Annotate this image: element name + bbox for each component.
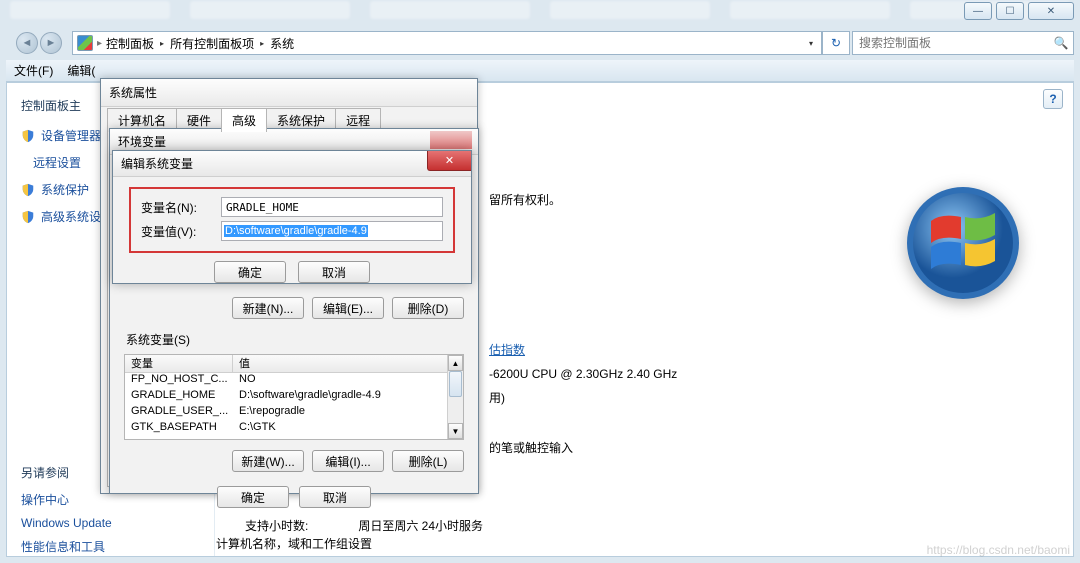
editdlg-cancel-button[interactable]: 取消 xyxy=(298,261,370,283)
shield-icon xyxy=(21,183,35,197)
var-name-label: 变量名(N): xyxy=(141,199,221,216)
support-hours: 支持小时数: 周日至周六 24小时服务 xyxy=(245,517,483,534)
background-blur xyxy=(0,0,1080,22)
scroll-down-button[interactable]: ▼ xyxy=(448,423,463,439)
nav-back-button[interactable]: ◄ xyxy=(16,32,38,54)
system-vars-table: 变量 值 FP_NO_HOST_C...NO GRADLE_HOMED:\sof… xyxy=(124,354,464,440)
search-icon[interactable]: 🔍 xyxy=(1049,36,1073,50)
table-row[interactable]: GRADLE_USER_...E:\repogradle xyxy=(125,405,447,421)
breadcrumb-item-3[interactable]: 系统 xyxy=(270,35,294,52)
var-value-label: 变量值(V): xyxy=(141,223,221,240)
sidebar-item-label: 高级系统设 xyxy=(41,208,101,225)
envdlg-close-button[interactable] xyxy=(430,131,472,149)
close-button[interactable]: ✕ xyxy=(1028,2,1074,20)
user-edit-button[interactable]: 编辑(E)... xyxy=(312,297,384,319)
var-name-input[interactable] xyxy=(221,197,443,217)
edit-system-variable-dialog: 编辑系统变量 ✕ 变量名(N): 变量值(V): D:\software\gra… xyxy=(112,150,472,284)
scroll-thumb[interactable] xyxy=(449,371,462,397)
breadcrumb-dropdown[interactable]: ▾ xyxy=(805,39,817,48)
search-input[interactable] xyxy=(853,36,1049,50)
table-row[interactable]: FP_NO_HOST_C...NO xyxy=(125,373,447,389)
pen-touch-fragment: 的笔或触控输入 xyxy=(489,439,573,456)
sysvar-col-name[interactable]: 变量 xyxy=(125,355,233,372)
editdlg-buttons: 确定 取消 xyxy=(129,261,455,283)
computer-name-section-label: 计算机名称，域和工作组设置 xyxy=(216,535,372,552)
support-label: 支持小时数: xyxy=(245,517,308,534)
table-row[interactable]: GTK_BASEPATHC:\GTK xyxy=(125,421,447,437)
user-delete-button[interactable]: 删除(D) xyxy=(392,297,464,319)
breadcrumb-arrow-1[interactable]: ▸ xyxy=(158,39,166,48)
sidebar-item-label: 系统保护 xyxy=(41,181,89,198)
breadcrumb-arrow-2[interactable]: ▸ xyxy=(258,39,266,48)
sidebar-item-label: 设备管理器 xyxy=(41,127,101,144)
search-box: 🔍 xyxy=(852,31,1074,55)
user-var-buttons: 新建(N)... 编辑(E)... 删除(D) xyxy=(124,297,464,319)
memory-fragment: 用) xyxy=(489,389,505,406)
tab-advanced[interactable]: 高级 xyxy=(221,108,267,132)
copyright-fragment: 留所有权利。 xyxy=(489,191,561,208)
sysvar-col-value[interactable]: 值 xyxy=(233,355,447,372)
experience-index-link[interactable]: 估指数 xyxy=(489,341,525,358)
highlight-box: 变量名(N): 变量值(V): D:\software\gradle\gradl… xyxy=(129,187,455,253)
var-value-selection: D:\software\gradle\gradle-4.9 xyxy=(224,225,368,237)
control-panel-icon xyxy=(77,35,93,51)
minimize-button[interactable]: — xyxy=(964,2,992,20)
breadcrumb-item-2[interactable]: 所有控制面板项 xyxy=(170,35,254,52)
envdlg-ok-button[interactable]: 确定 xyxy=(217,486,289,508)
sys-var-buttons: 新建(W)... 编辑(I)... 删除(L) xyxy=(124,450,464,472)
sidebar-item-label: 远程设置 xyxy=(33,154,81,171)
shield-icon xyxy=(21,210,35,224)
envdlg-bottom-buttons: 确定 取消 xyxy=(124,486,464,508)
sysvar-scrollbar[interactable]: ▲ ▼ xyxy=(447,355,463,439)
editdlg-title: 编辑系统变量 xyxy=(113,151,471,177)
help-button[interactable]: ? xyxy=(1043,89,1063,109)
editdlg-close-button[interactable]: ✕ xyxy=(427,151,471,171)
sys-delete-button[interactable]: 删除(L) xyxy=(392,450,464,472)
sidebar-link-performance[interactable]: 性能信息和工具 xyxy=(7,534,214,559)
system-properties-title: 系统属性 xyxy=(101,79,477,107)
breadcrumb-item-1[interactable]: 控制面板 xyxy=(106,35,154,52)
user-new-button[interactable]: 新建(N)... xyxy=(232,297,304,319)
system-vars-label: 系统变量(S) xyxy=(126,331,462,348)
sys-edit-button[interactable]: 编辑(I)... xyxy=(312,450,384,472)
window-controls: — ☐ ✕ xyxy=(964,2,1074,20)
scroll-up-button[interactable]: ▲ xyxy=(448,355,463,371)
address-toolbar: ◄ ► ▸ 控制面板 ▸ 所有控制面板项 ▸ 系统 ▾ ↻ 🔍 xyxy=(6,30,1074,56)
refresh-button[interactable]: ↻ xyxy=(822,31,850,55)
nav-forward-button[interactable]: ► xyxy=(40,32,62,54)
shield-icon xyxy=(21,129,35,143)
sys-new-button[interactable]: 新建(W)... xyxy=(232,450,304,472)
var-value-input[interactable]: D:\software\gradle\gradle-4.9 xyxy=(221,221,443,241)
windows-logo-icon xyxy=(903,183,1023,303)
watermark: https://blog.csdn.net/baomi xyxy=(927,543,1070,557)
cpu-fragment: -6200U CPU @ 2.30GHz 2.40 GHz xyxy=(489,367,677,381)
support-value: 周日至周六 24小时服务 xyxy=(358,517,483,534)
editdlg-ok-button[interactable]: 确定 xyxy=(214,261,286,283)
breadcrumb-root-sep: ▸ xyxy=(97,38,102,49)
maximize-button[interactable]: ☐ xyxy=(996,2,1024,20)
menu-file[interactable]: 文件(F) xyxy=(14,62,53,79)
envdlg-cancel-button[interactable]: 取消 xyxy=(299,486,371,508)
table-row[interactable]: GRADLE_HOMED:\software\gradle\gradle-4.9 xyxy=(125,389,447,405)
menu-edit[interactable]: 编辑( xyxy=(67,62,95,79)
breadcrumb-bar[interactable]: ▸ 控制面板 ▸ 所有控制面板项 ▸ 系统 ▾ xyxy=(72,31,822,55)
